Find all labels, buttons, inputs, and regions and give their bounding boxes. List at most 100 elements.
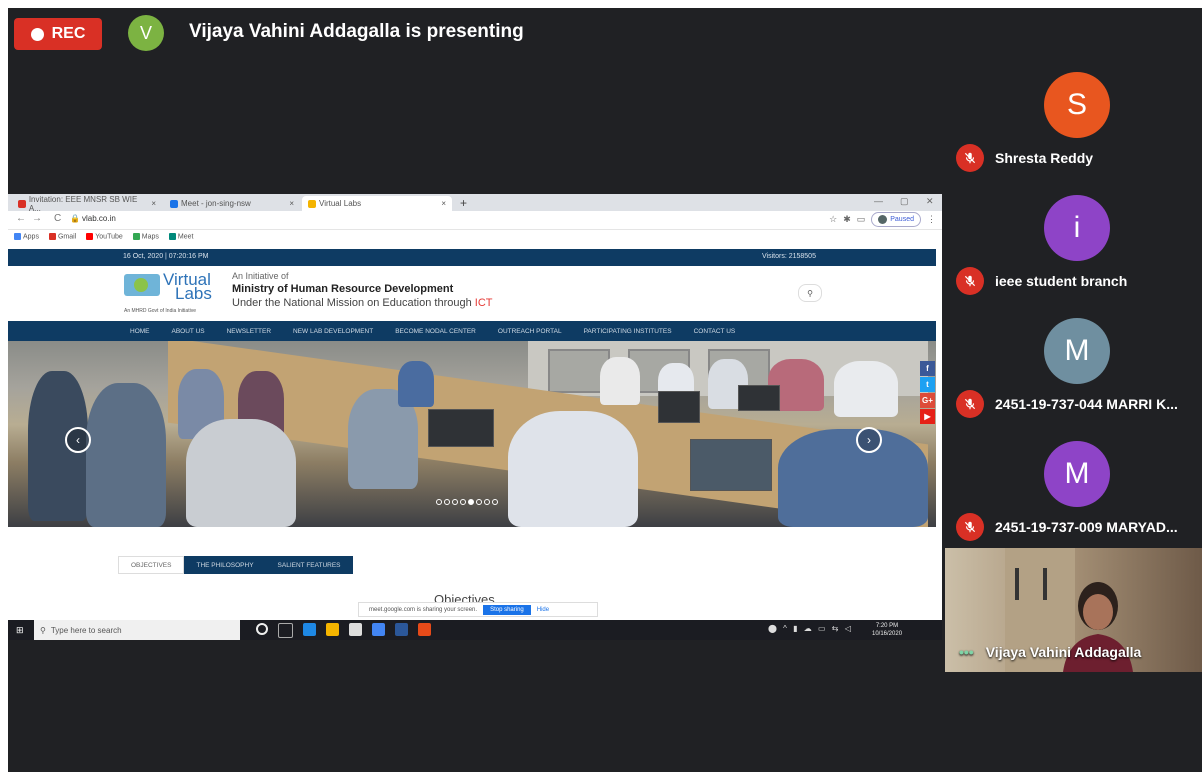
- menu-dots-icon[interactable]: ⋮: [927, 214, 936, 225]
- clock-time: 7:20 PM: [875, 623, 899, 629]
- search-icon[interactable]: ⚲: [798, 284, 822, 302]
- carousel-dot[interactable]: [484, 499, 490, 505]
- tab-label: Virtual Labs: [319, 199, 362, 208]
- mic-off-icon: [956, 267, 984, 295]
- star-icon[interactable]: ☆: [829, 214, 837, 225]
- participant-name: 2451-19-737-009 MARYAD...: [995, 519, 1178, 535]
- menu-item-about[interactable]: ABOUT US: [172, 328, 205, 335]
- menu-item-contact[interactable]: CONTACT US: [694, 328, 736, 335]
- carousel-dot[interactable]: [492, 499, 498, 505]
- google-plus-icon[interactable]: G+: [920, 393, 935, 408]
- extensions-icon[interactable]: ✱: [843, 214, 851, 225]
- meet-window: REC V Vijaya Vahini Addagalla is present…: [8, 8, 1202, 772]
- tab-salient-features[interactable]: SALIENT FEATURES: [265, 556, 353, 574]
- bookmark-gmail[interactable]: Gmail: [48, 233, 76, 241]
- close-icon[interactable]: ×: [441, 199, 446, 208]
- taskbar-clock[interactable]: 7:20 PM 10/16/2020: [872, 622, 902, 638]
- logo-tagline: An MHRD Govt of India Initiative: [124, 308, 196, 314]
- carousel-prev-icon[interactable]: ‹: [65, 427, 91, 453]
- app-icon[interactable]: [418, 623, 431, 636]
- bookmark-maps[interactable]: Maps: [132, 233, 159, 241]
- back-arrow-icon[interactable]: ←: [16, 213, 26, 224]
- recording-badge: REC: [14, 18, 102, 50]
- menu-item-nodal-center[interactable]: BECOME NODAL CENTER: [395, 328, 476, 335]
- visitor-count: Visitors: 2158505: [762, 253, 816, 260]
- logo-labs-text: Labs: [175, 284, 212, 303]
- tab-philosophy[interactable]: THE PHILOSOPHY: [184, 556, 266, 574]
- reload-icon[interactable]: C: [54, 213, 61, 224]
- carousel-dot[interactable]: [436, 499, 442, 505]
- shared-screen[interactable]: Invitation: EEE MNSR SB WIE A... × Meet …: [8, 194, 942, 640]
- search-icon: ⚲: [40, 625, 46, 635]
- address-bar-actions: ☆ ✱ ▭ Paused ⋮: [829, 212, 936, 227]
- task-view-icon[interactable]: [278, 623, 293, 638]
- virtual-labs-logo[interactable]: Virtual Labs An MHRD Govt of India Initi…: [124, 270, 229, 316]
- clock-date: 10/16/2020: [872, 631, 903, 637]
- mic-off-icon: [956, 513, 984, 541]
- more-options-icon[interactable]: •••: [959, 644, 974, 660]
- hide-button[interactable]: Hide: [537, 607, 549, 613]
- participant-tile[interactable]: i ieee student branch: [945, 179, 1202, 302]
- close-window-icon[interactable]: ✕: [926, 196, 934, 207]
- participant-tile[interactable]: M 2451-19-737-009 MARYAD...: [945, 425, 1202, 548]
- edge-icon[interactable]: [303, 623, 316, 636]
- carousel-dot[interactable]: [452, 499, 458, 505]
- bookmark-apps[interactable]: Apps: [14, 233, 39, 241]
- record-dot-icon: [30, 27, 44, 41]
- store-icon[interactable]: [349, 623, 362, 636]
- browser-tab-gmail[interactable]: Invitation: EEE MNSR SB WIE A... ×: [12, 195, 162, 213]
- windows-start-icon[interactable]: ⊞: [16, 625, 24, 636]
- new-tab-button[interactable]: +: [460, 196, 467, 210]
- minimize-icon[interactable]: —: [874, 196, 883, 206]
- carousel-dot[interactable]: [468, 499, 474, 505]
- maximize-icon[interactable]: ▢: [900, 196, 909, 207]
- profile-button[interactable]: Paused: [871, 212, 921, 227]
- site-nav-menu: HOME ABOUT US NEWSLETTER NEW LAB DEVELOP…: [8, 321, 936, 341]
- browser-tab-virtual-labs[interactable]: Virtual Labs ×: [302, 196, 452, 211]
- avatar: M: [1044, 318, 1110, 384]
- chrome-icon[interactable]: [372, 623, 385, 636]
- forward-arrow-icon[interactable]: →: [32, 213, 42, 224]
- youtube-icon[interactable]: ▶: [920, 409, 935, 424]
- self-name: Vijaya Vahini Addagalla: [985, 644, 1142, 660]
- cast-icon[interactable]: ▭: [857, 214, 866, 225]
- participant-tile[interactable]: M 2451-19-737-044 MARRI K...: [945, 302, 1202, 425]
- browser-tab-strip: Invitation: EEE MNSR SB WIE A... × Meet …: [8, 194, 942, 213]
- site-datetime: 16 Oct, 2020 | 07:20:16 PM: [123, 253, 209, 260]
- avatar: i: [1044, 195, 1110, 261]
- twitter-icon[interactable]: t: [920, 377, 935, 392]
- carousel-dot[interactable]: [444, 499, 450, 505]
- taskbar-search[interactable]: ⚲ Type here to search: [34, 620, 240, 640]
- carousel-dot[interactable]: [460, 499, 466, 505]
- menu-item-newsletter[interactable]: NEWSLETTER: [227, 328, 271, 335]
- rec-label: REC: [51, 25, 86, 42]
- cortana-icon[interactable]: [256, 623, 268, 635]
- tab-label: Meet - jon-sing-nsw: [181, 199, 251, 208]
- url-field[interactable]: vlab.co.in: [82, 214, 116, 223]
- close-icon[interactable]: ×: [151, 199, 156, 208]
- content-tabs: OBJECTIVES THE PHILOSOPHY SALIENT FEATUR…: [118, 556, 353, 574]
- ministry-name: Ministry of Human Resource Development: [232, 283, 454, 295]
- bookmark-meet[interactable]: Meet: [168, 233, 193, 241]
- bookmark-youtube[interactable]: YouTube: [86, 233, 123, 241]
- word-icon[interactable]: [395, 623, 408, 636]
- carousel-dot[interactable]: [476, 499, 482, 505]
- browser-tab-meet[interactable]: Meet - jon-sing-nsw ×: [164, 196, 300, 211]
- gmail-icon: [18, 199, 26, 208]
- self-video-tile[interactable]: ••• Vijaya Vahini Addagalla: [945, 548, 1202, 672]
- participant-name: Shresta Reddy: [995, 150, 1094, 166]
- menu-item-home[interactable]: HOME: [130, 328, 150, 335]
- carousel-next-icon[interactable]: ›: [856, 427, 882, 453]
- participant-tile[interactable]: S Shresta Reddy: [945, 56, 1202, 179]
- stop-sharing-button[interactable]: Stop sharing: [483, 604, 531, 615]
- menu-item-outreach[interactable]: OUTREACH PORTAL: [498, 328, 562, 335]
- menu-item-institutes[interactable]: PARTICIPATING INSTITUTES: [584, 328, 672, 335]
- file-explorer-icon[interactable]: [326, 623, 339, 636]
- virtual-labs-favicon-icon: [308, 199, 316, 208]
- system-tray-icons[interactable]: ⬤ ^ ▮ ☁ ▭ ⇆ ◁: [768, 624, 853, 633]
- avatar: M: [1044, 441, 1110, 507]
- facebook-icon[interactable]: f: [920, 361, 935, 376]
- menu-item-new-lab[interactable]: NEW LAB DEVELOPMENT: [293, 328, 373, 335]
- tab-objectives[interactable]: OBJECTIVES: [118, 556, 185, 574]
- close-icon[interactable]: ×: [289, 199, 294, 208]
